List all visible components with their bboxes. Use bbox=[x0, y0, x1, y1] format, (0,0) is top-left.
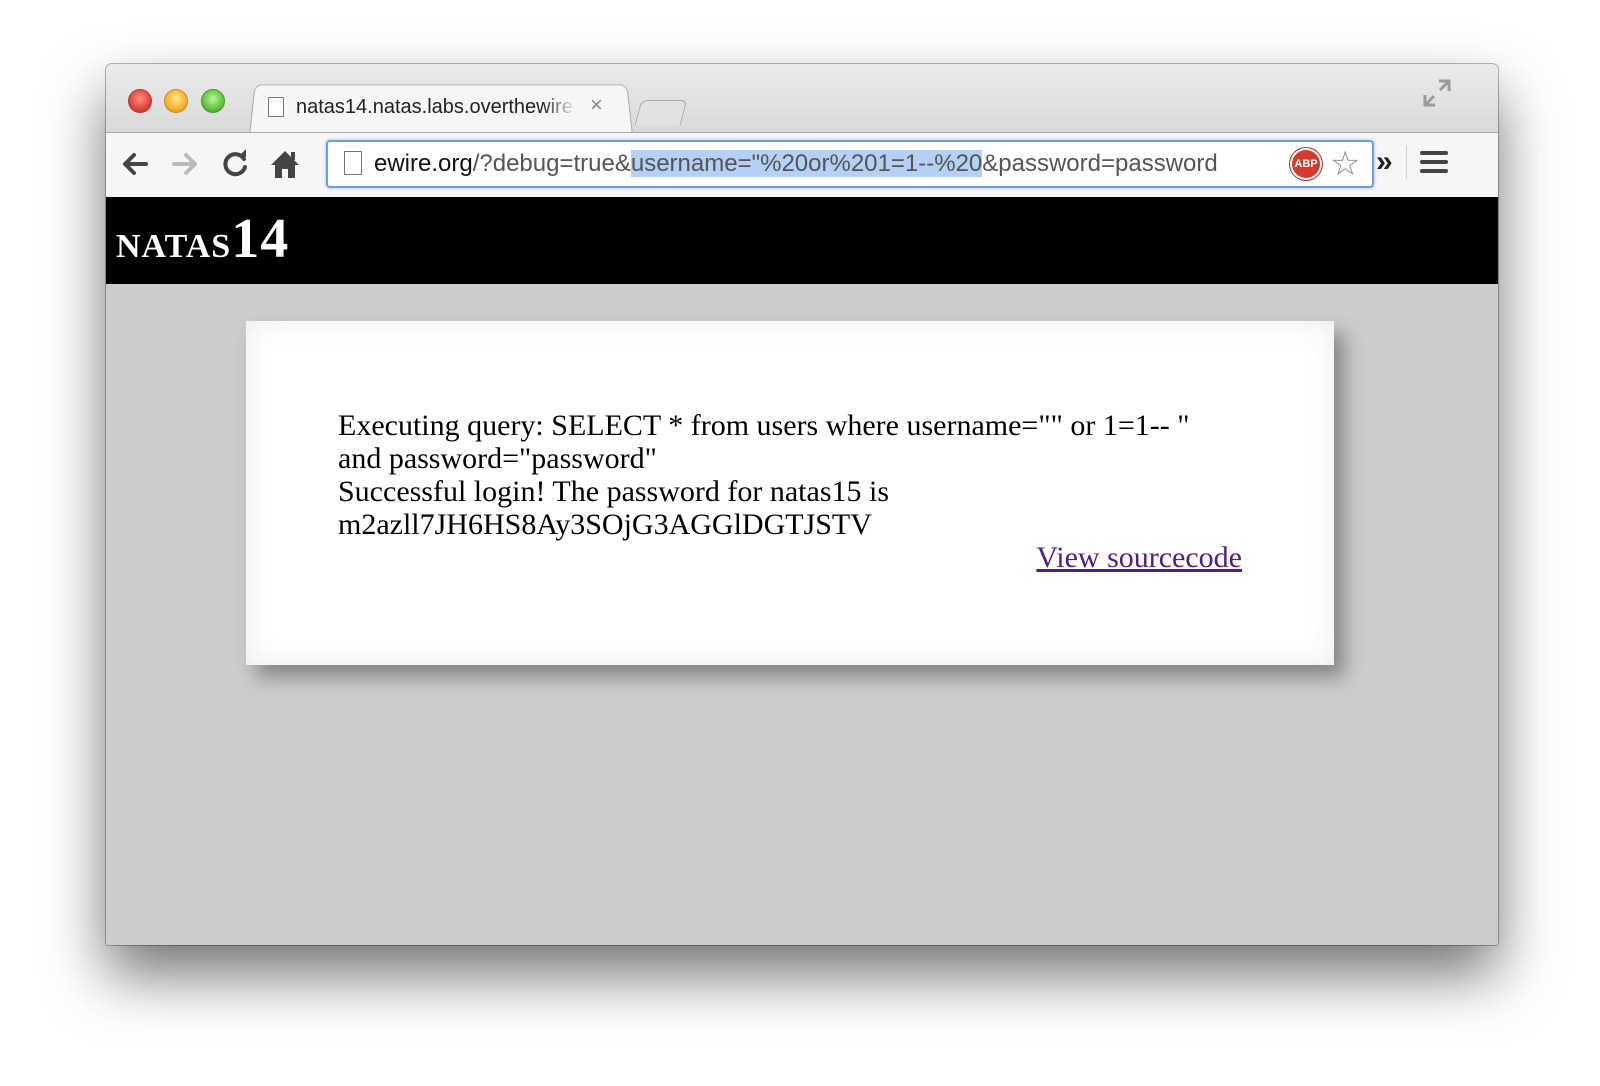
title-bar: natas14.natas.labs.overthewire.org × bbox=[106, 64, 1498, 134]
url-tail: &password=password bbox=[982, 150, 1218, 177]
menu-icon[interactable] bbox=[1420, 151, 1448, 173]
page-viewport: natas14 Executing query: SELECT * from u… bbox=[106, 197, 1498, 945]
home-icon[interactable] bbox=[268, 147, 302, 181]
result-text: Executing query: SELECT * from users whe… bbox=[338, 409, 1238, 541]
page-icon bbox=[344, 151, 362, 175]
tab-title: natas14.natas.labs.overthewire.org bbox=[296, 96, 576, 118]
content-panel: Executing query: SELECT * from users whe… bbox=[246, 321, 1334, 665]
fullscreen-icon[interactable] bbox=[1422, 78, 1452, 108]
zoom-window-button[interactable] bbox=[201, 89, 225, 113]
browser-window: natas14.natas.labs.overthewire.org × ewi… bbox=[106, 64, 1498, 945]
toolbar-divider bbox=[1406, 145, 1407, 179]
new-tab-button[interactable] bbox=[634, 100, 688, 125]
url-selected-text: username="%20or%201=1--%20 bbox=[630, 150, 983, 177]
browser-toolbar: ewire.org/?debug=true&username="%20or%20… bbox=[106, 132, 1498, 198]
extensions-overflow-icon[interactable]: » bbox=[1376, 145, 1393, 179]
site-title-text: natas bbox=[116, 215, 232, 268]
browser-tab-content[interactable]: natas14.natas.labs.overthewire.org × bbox=[268, 86, 618, 130]
url-domain: ewire.org bbox=[374, 150, 473, 177]
close-window-button[interactable] bbox=[128, 89, 152, 113]
login-result: Successful login! The password for natas… bbox=[338, 475, 890, 541]
reload-icon[interactable] bbox=[218, 147, 252, 181]
query-output: Executing query: SELECT * from users whe… bbox=[338, 409, 1190, 475]
url-path: /?debug=true& bbox=[472, 150, 631, 177]
site-header: natas14 bbox=[106, 197, 1498, 284]
view-sourcecode-link[interactable]: View sourcecode bbox=[1036, 541, 1242, 575]
minimize-window-button[interactable] bbox=[164, 89, 188, 113]
forward-arrow-icon[interactable] bbox=[168, 147, 202, 181]
adblock-plus-icon[interactable]: ABP bbox=[1292, 150, 1320, 178]
address-bar[interactable]: ewire.org/?debug=true&username="%20or%20… bbox=[326, 140, 1374, 188]
site-title: natas14 bbox=[116, 207, 289, 271]
bookmark-star-icon[interactable]: ☆ bbox=[1330, 144, 1360, 184]
url-text[interactable]: ewire.org/?debug=true&username="%20or%20… bbox=[374, 150, 1274, 178]
site-title-number: 14 bbox=[231, 208, 290, 270]
tab-close-icon[interactable]: × bbox=[590, 92, 603, 118]
page-icon bbox=[268, 97, 284, 117]
back-arrow-icon[interactable] bbox=[118, 147, 152, 181]
